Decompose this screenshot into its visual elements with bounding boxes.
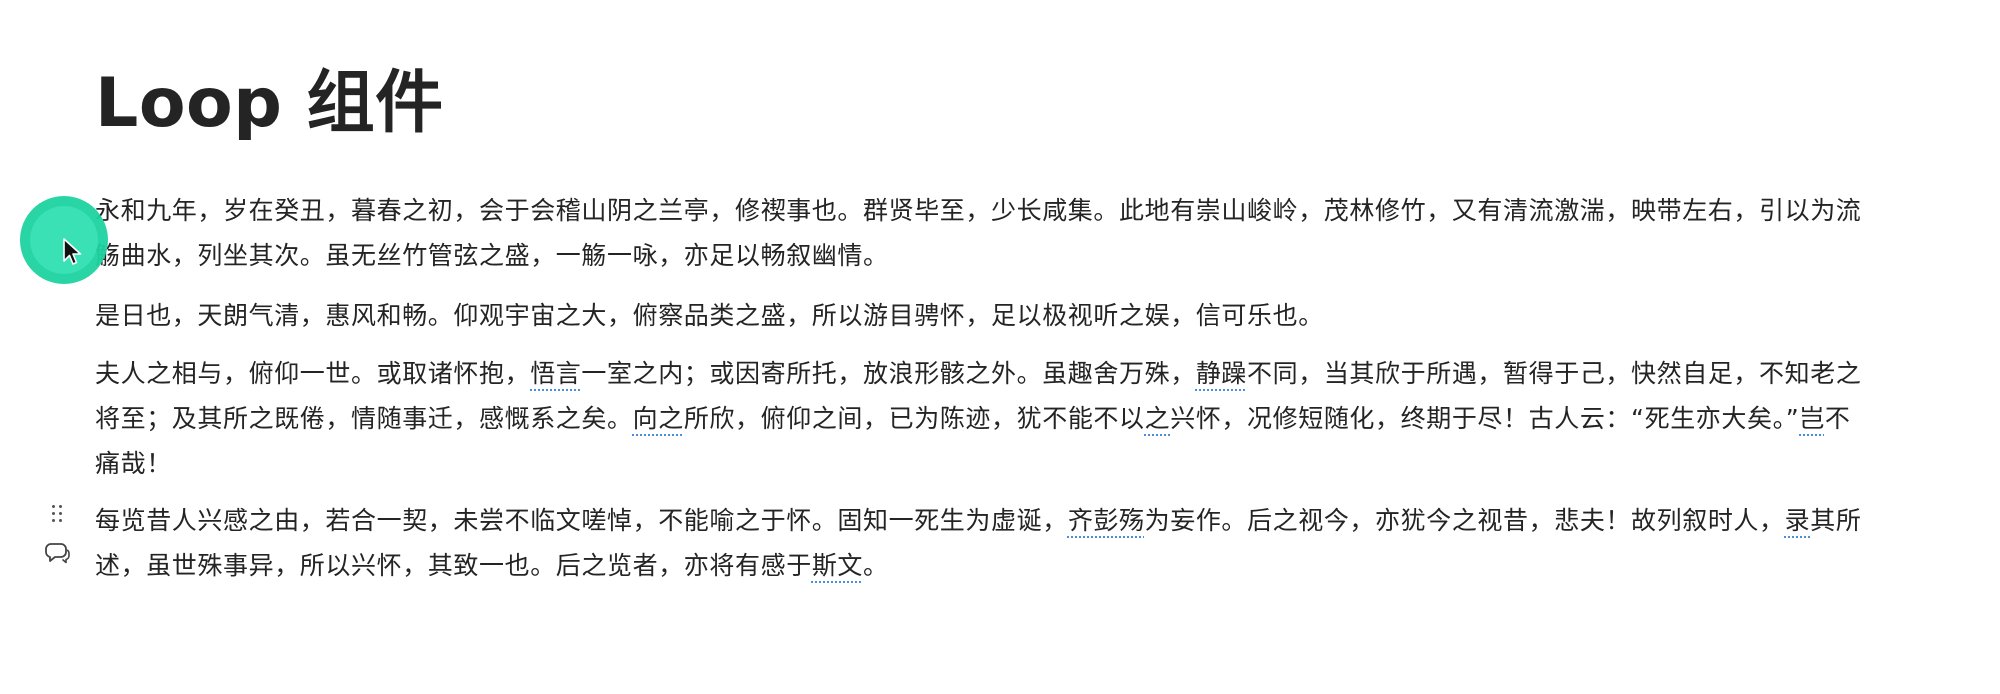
paragraph-4-text: 。 [863,551,889,580]
page-title[interactable]: Loop 组件 [95,56,444,152]
paragraph-4[interactable]: 每览昔人兴感之由，若合一契，未尝不临文嗟悼，不能喻之于怀。固知一死生为虚诞，齐彭… [95,498,1865,588]
comment-icon[interactable] [45,541,71,565]
spellcheck-word[interactable]: 之 [1145,404,1171,433]
paragraph-2[interactable]: 是日也，天朗气清，惠风和畅。仰观宇宙之大，俯察品类之盛，所以游目骋怀，足以极视听… [95,293,1865,338]
spellcheck-word[interactable]: 静躁 [1196,359,1247,388]
paragraph-3-text: 兴怀，况修短随化，终期于尽！古人云：“死生亦大矣。” [1170,404,1800,433]
spellcheck-word[interactable]: 斯文 [812,551,863,580]
spellcheck-word[interactable]: 向之 [633,404,684,433]
paragraph-3-text: 一室之内；或因寄所托，放浪形骸之外。虽趣舍万殊， [581,359,1196,388]
paragraph-4-text: 为妄作。后之视今，亦犹今之视昔，悲夫！故列叙时人， [1144,506,1785,535]
spellcheck-word[interactable]: 岂 [1799,404,1825,433]
drag-handle-icon[interactable] [50,503,66,525]
loop-document: Loop 组件 永和九年，岁在癸丑，暮春之初，会于会稽山阴之兰亭，修禊事也。群贤… [0,0,2000,694]
paragraph-1[interactable]: 永和九年，岁在癸丑，暮春之初，会于会稽山阴之兰亭，修禊事也。群贤毕至，少长咸集。… [95,188,1865,278]
spellcheck-word[interactable]: 悟言 [530,359,581,388]
spellcheck-word[interactable]: 齐彭殇 [1068,506,1145,535]
spellcheck-word[interactable]: 录 [1785,506,1811,535]
paragraph-3-text: 夫人之相与，俯仰一世。或取诸怀抱， [95,359,531,388]
paragraph-2-text: 是日也，天朗气清，惠风和畅。仰观宇宙之大，俯察品类之盛，所以游目骋怀，足以极视听… [95,301,1324,330]
paragraph-3-text: 所欣，俯仰之间，已为陈迹，犹不能不以 [683,404,1145,433]
paragraph-1-text: 永和九年，岁在癸丑，暮春之初，会于会稽山阴之兰亭，修禊事也。群贤毕至，少长咸集。… [95,196,1862,270]
paragraph-4-text: 每览昔人兴感之由，若合一契，未尝不临文嗟悼，不能喻之于怀。固知一死生为虚诞， [95,506,1068,535]
mouse-pointer-icon [63,238,82,265]
paragraph-3[interactable]: 夫人之相与，俯仰一世。或取诸怀抱，悟言一室之内；或因寄所托，放浪形骸之外。虽趣舍… [95,351,1865,486]
